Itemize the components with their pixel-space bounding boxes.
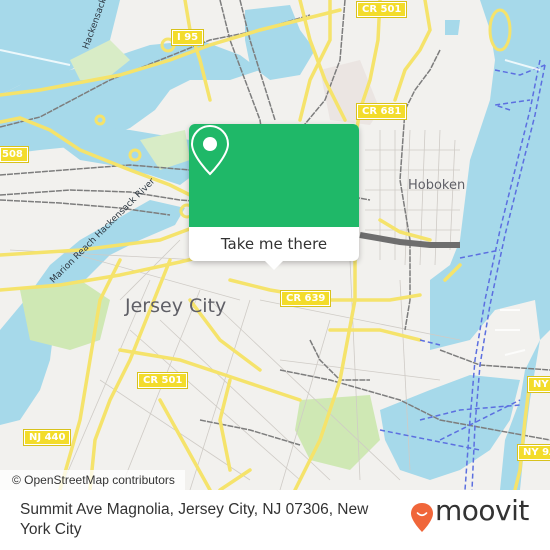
place-label-jersey-city: Jersey City	[125, 295, 227, 317]
road-shield-ny: NY	[527, 376, 550, 393]
place-label-hoboken: Hoboken	[408, 178, 466, 193]
road-shield-cr639: CR 639	[279, 290, 332, 307]
road-shield-cr681: CR 681	[355, 103, 408, 120]
address-text: Summit Ave Magnolia, Jersey City, NJ 073…	[20, 501, 369, 538]
popup-tail	[265, 261, 283, 270]
map-pin-icon	[190, 124, 230, 176]
attribution-text[interactable]: © OpenStreetMap contributors	[12, 473, 175, 487]
road-shield-nj440: NJ 440	[22, 429, 72, 446]
location-popup: Take me there	[189, 124, 359, 270]
take-me-there-button[interactable]: Take me there	[189, 227, 359, 261]
road-shield-cr501-south: CR 501	[136, 372, 189, 389]
road-shield-508: 508	[0, 146, 29, 163]
footer: Summit Ave Magnolia, Jersey City, NJ 073…	[0, 490, 550, 550]
water-bay-south	[380, 375, 520, 480]
moovit-wordmark: moovit	[435, 494, 529, 527]
road-shield-ny9a: NY 9A	[517, 444, 550, 461]
map-attribution[interactable]: © OpenStreetMap contributors	[0, 470, 185, 490]
road-shield-i95: I 95	[170, 29, 205, 46]
map-view[interactable]: Jersey City Hoboken Hackensack Marion Re…	[0, 0, 550, 490]
road-shield-cr501-north: CR 501	[355, 1, 408, 18]
moovit-pin-icon	[411, 503, 433, 532]
water-pond	[445, 20, 460, 35]
popup-header	[189, 124, 359, 227]
